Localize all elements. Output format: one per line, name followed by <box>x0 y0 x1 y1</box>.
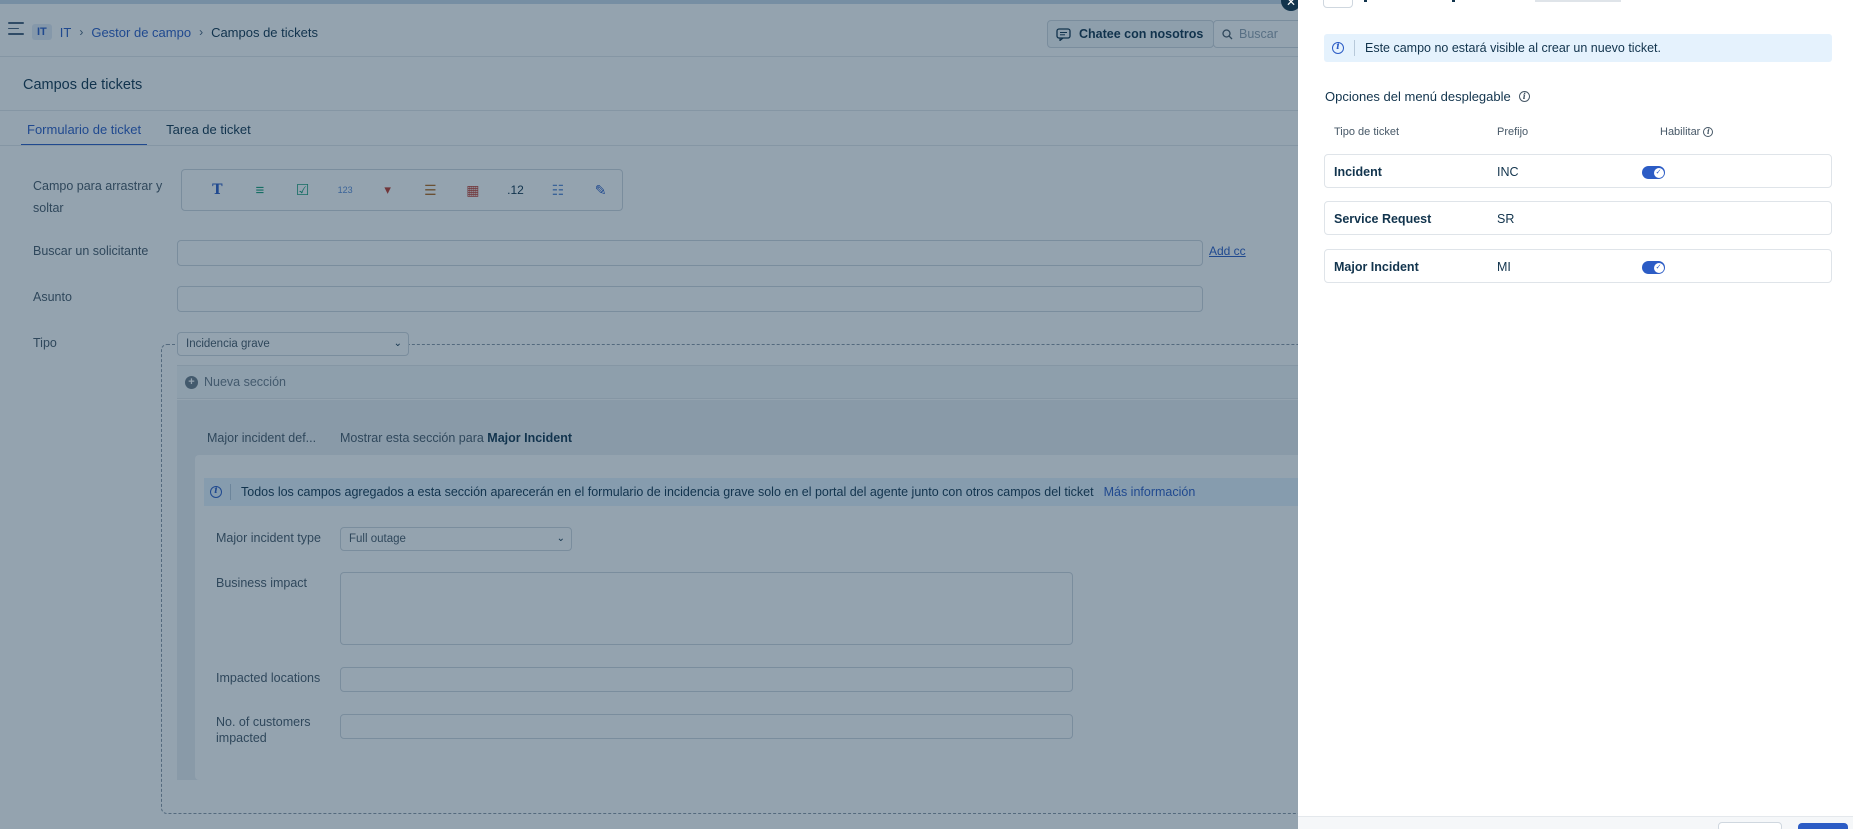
column-header-enable: Habilitar i <box>1660 126 1714 138</box>
ticket-type-prefix: SR <box>1497 212 1515 226</box>
ticket-type-name: Major Incident <box>1334 260 1419 274</box>
column-header-type: Tipo de ticket <box>1334 126 1400 138</box>
panel-top-fragment <box>1452 0 1455 2</box>
save-button[interactable] <box>1798 823 1848 829</box>
ticket-type-row: Major Incident MI ✓ <box>1324 249 1832 283</box>
enable-toggle[interactable]: ✓ <box>1642 166 1665 179</box>
dropdown-options-label: Opciones del menú desplegable <box>1325 89 1511 104</box>
divider <box>1354 40 1355 56</box>
cancel-button[interactable] <box>1718 822 1782 829</box>
check-icon: ✓ <box>1653 262 1664 273</box>
ticket-type-row: Incident INC ✓ <box>1324 154 1832 188</box>
visibility-info-text: Este campo no estará visible al crear un… <box>1365 41 1661 55</box>
ticket-type-prefix: MI <box>1497 260 1511 274</box>
check-icon: ✓ <box>1653 167 1664 178</box>
panel-top-button[interactable] <box>1323 0 1353 8</box>
ticket-type-name: Service Request <box>1334 212 1432 226</box>
info-icon: i <box>1332 42 1344 54</box>
panel-top-fragment <box>1364 0 1367 2</box>
column-header-prefix: Prefijo <box>1497 126 1529 138</box>
enable-toggle[interactable]: ✓ <box>1642 261 1665 274</box>
panel-top-fragment <box>1535 0 1621 2</box>
ticket-type-row: Service Request SR <box>1324 201 1832 235</box>
dropdown-options-title: Opciones del menú desplegable i <box>1325 89 1530 104</box>
info-icon[interactable]: i <box>1518 91 1530 102</box>
column-header-enable-label: Habilitar <box>1660 126 1701 138</box>
info-icon[interactable]: i <box>1703 127 1714 137</box>
field-properties-panel: i Este campo no estará visible al crear … <box>1298 0 1853 829</box>
visibility-info-banner: i Este campo no estará visible al crear … <box>1324 34 1832 62</box>
ticket-type-name: Incident <box>1334 165 1382 179</box>
ticket-type-prefix: INC <box>1497 165 1519 179</box>
